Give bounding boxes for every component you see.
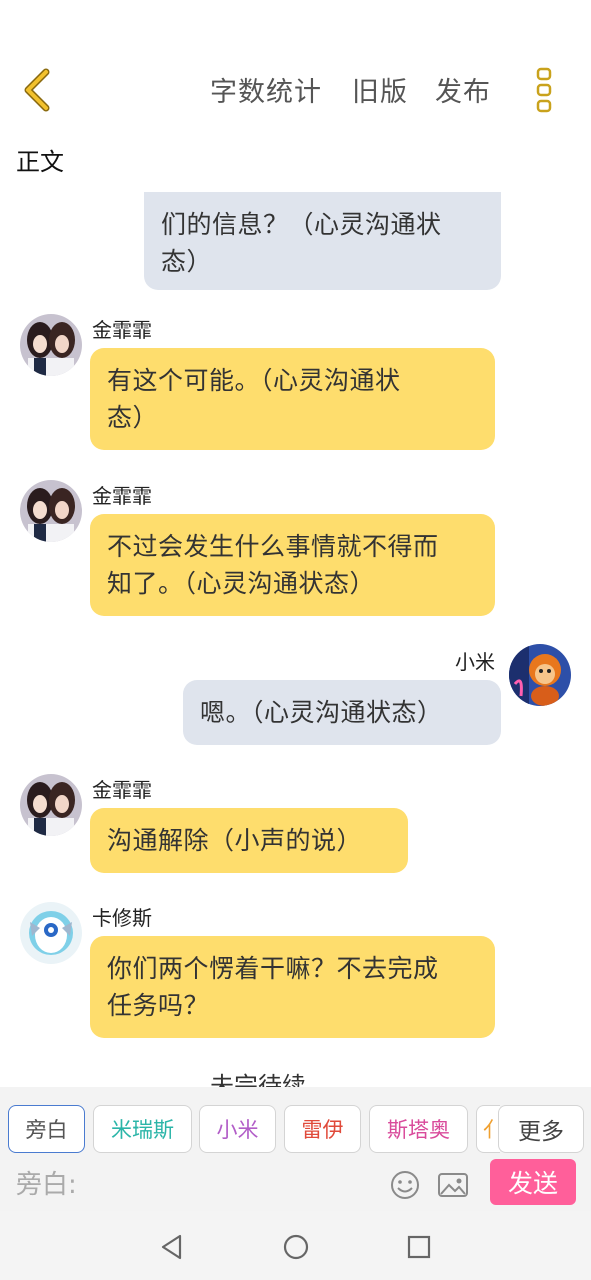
nav-home-button[interactable] bbox=[282, 1233, 310, 1261]
system-nav-bar bbox=[0, 1211, 591, 1280]
square-recent-icon bbox=[407, 1235, 431, 1259]
chevron-left-icon bbox=[24, 68, 50, 112]
circle-home-icon bbox=[283, 1234, 309, 1260]
input-bar: 发送 bbox=[0, 1159, 591, 1211]
chat-bubble: 期待，我们能不能收到我 们的信息？（心灵沟通状 态） bbox=[144, 192, 501, 290]
character-chip-partial[interactable]: 亻 bbox=[476, 1105, 500, 1153]
more-menu-button[interactable] bbox=[531, 66, 559, 114]
sender-name: 金霏霏 bbox=[92, 318, 152, 342]
more-characters-button[interactable]: 更多 bbox=[498, 1105, 584, 1153]
twin-girls-avatar-icon bbox=[20, 774, 82, 836]
chat-area[interactable]: 期待，我们能不能收到我 们的信息？（心灵沟通状 态） 金霏霏 有这个可能。（心灵… bbox=[0, 192, 591, 1087]
sender-name: 小米 bbox=[455, 650, 495, 674]
avatar[interactable] bbox=[20, 480, 82, 542]
character-chip-sitaao[interactable]: 斯塔奥 bbox=[369, 1105, 468, 1153]
chip-label: 小米 bbox=[216, 1118, 259, 1142]
chip-label: 米瑞斯 bbox=[111, 1118, 174, 1142]
chat-bubble: 沟通解除（小声的说） bbox=[90, 808, 408, 873]
back-button[interactable] bbox=[18, 66, 58, 114]
chat-bubble: 有这个可能。（心灵沟通状 态） bbox=[90, 348, 495, 450]
triangle-back-icon bbox=[161, 1234, 182, 1260]
bubble-text-line: 知了。（心灵沟通状态） bbox=[107, 569, 376, 598]
nav-recent-button[interactable] bbox=[405, 1233, 433, 1261]
emoji-button[interactable] bbox=[387, 1167, 423, 1203]
send-button[interactable]: 发送 bbox=[490, 1159, 576, 1205]
word-count-button[interactable]: 字数统计 bbox=[210, 70, 322, 109]
old-version-button[interactable]: 旧版 bbox=[352, 70, 408, 109]
monkey-avatar-icon bbox=[509, 644, 571, 706]
chip-label: 斯塔奥 bbox=[387, 1118, 450, 1142]
chip-label: 雷伊 bbox=[301, 1118, 344, 1142]
bubble-text-line: 你们两个愣着干嘛？不去完成 bbox=[107, 954, 439, 983]
character-chip-mirus[interactable]: 米瑞斯 bbox=[93, 1105, 192, 1153]
bubble-text-line: 不过会发生什么事情就不得而 bbox=[107, 532, 439, 561]
sender-name: 卡修斯 bbox=[92, 906, 152, 930]
to-be-continued-label: 未完待续 bbox=[210, 1072, 306, 1087]
message-input[interactable] bbox=[0, 1159, 380, 1211]
white-creature-avatar-icon bbox=[20, 902, 82, 964]
avatar[interactable] bbox=[20, 314, 82, 376]
character-chip-xiaomi[interactable]: 小米 bbox=[199, 1105, 276, 1153]
chat-bubble: 嗯。（心灵沟通状态） bbox=[183, 680, 501, 745]
image-icon bbox=[438, 1173, 468, 1197]
twin-girls-avatar-icon bbox=[20, 480, 82, 542]
chat-bubble: 你们两个愣着干嘛？不去完成 任务吗？ bbox=[90, 936, 495, 1038]
chip-label: 旁白 bbox=[25, 1118, 68, 1142]
bubble-text-line: 沟通解除（小声的说） bbox=[107, 826, 363, 855]
image-button[interactable] bbox=[435, 1167, 471, 1203]
bubble-text-line: 任务吗？ bbox=[107, 991, 210, 1020]
bubble-text-line: 态） bbox=[161, 247, 213, 276]
bubble-text-line: 们的信息？（心灵沟通状 bbox=[161, 210, 442, 239]
send-label: 发送 bbox=[507, 1169, 558, 1198]
avatar[interactable] bbox=[509, 644, 571, 706]
twin-girls-avatar-icon bbox=[20, 314, 82, 376]
chat-bubble: 不过会发生什么事情就不得而 知了。（心灵沟通状态） bbox=[90, 514, 495, 616]
nav-back-button[interactable] bbox=[158, 1233, 186, 1261]
sender-name: 金霏霏 bbox=[92, 484, 152, 508]
publish-button[interactable]: 发布 bbox=[435, 70, 491, 109]
section-label: 正文 bbox=[16, 148, 64, 176]
avatar[interactable] bbox=[20, 902, 82, 964]
vertical-dots-icon bbox=[536, 67, 552, 113]
bubble-text-line: 有这个可能。（心灵沟通状 bbox=[107, 366, 401, 395]
bubble-text-line: 嗯。（心灵沟通状态） bbox=[200, 698, 443, 727]
character-chip-leiyi[interactable]: 雷伊 bbox=[284, 1105, 361, 1153]
smiley-icon bbox=[391, 1171, 419, 1199]
character-chip-narrator[interactable]: 旁白 bbox=[8, 1105, 85, 1153]
more-label: 更多 bbox=[518, 1119, 564, 1145]
character-selector: 旁白 米瑞斯 小米 雷伊 斯塔奥 亻 更多 bbox=[0, 1087, 591, 1159]
sender-name: 金霏霏 bbox=[92, 778, 152, 802]
avatar[interactable] bbox=[20, 774, 82, 836]
bubble-text-line: 态） bbox=[107, 403, 159, 432]
top-bar: 字数统计 旧版 发布 bbox=[0, 0, 591, 140]
